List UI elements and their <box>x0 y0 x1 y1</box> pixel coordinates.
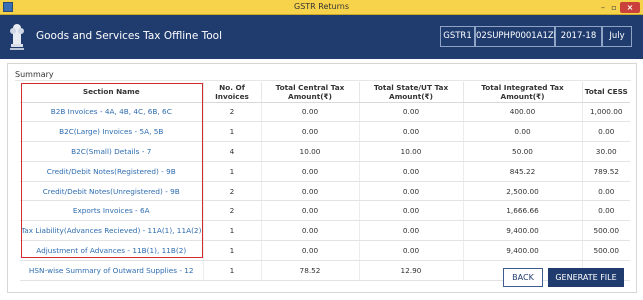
cess-amount: 500.00 <box>581 220 630 242</box>
table-row[interactable]: Credit/Debit Notes(Unregistered) - 9B 2 … <box>20 181 630 202</box>
state-ut-tax-amount: 0.00 <box>358 161 463 182</box>
return-type-badge: GSTR1 <box>440 26 475 47</box>
maximize-button[interactable]: ▫ <box>609 2 619 13</box>
minimize-button[interactable]: – <box>598 2 608 13</box>
central-tax-amount: 0.00 <box>260 220 359 242</box>
integrated-tax-amount: 50.00 <box>462 141 582 162</box>
state-ut-tax-amount: 0.00 <box>358 240 463 261</box>
table-row[interactable]: B2B Invoices - 4A, 4B, 4C, 6B, 6C 2 0.00… <box>20 102 630 123</box>
integrated-tax-amount: 9,400.00 <box>462 240 582 261</box>
integrated-tax-amount: 9,400.00 <box>462 220 582 242</box>
month-badge: July <box>602 26 632 47</box>
state-ut-tax-amount: 0.00 <box>358 102 463 123</box>
table-row[interactable]: Credit/Debit Notes(Registered) - 9B 1 0.… <box>20 161 630 182</box>
integrated-tax-amount: 0.00 <box>462 121 582 143</box>
table-header-row: Section Name No. Of Invoices Total Centr… <box>20 82 630 103</box>
window-title-bar: GSTR Returns – ▫ × <box>0 0 643 15</box>
invoice-count: 4 <box>202 141 261 162</box>
invoice-count: 1 <box>202 121 261 143</box>
cess-amount: 30.00 <box>581 141 630 162</box>
section-link[interactable]: Credit/Debit Notes(Registered) - 9B <box>20 161 203 182</box>
invoice-count: 1 <box>202 161 261 182</box>
central-tax-amount: 10.00 <box>260 141 359 162</box>
table-row[interactable]: Tax Liability(Advances Recieved) - 11A(1… <box>20 220 630 242</box>
table-row[interactable]: B2C(Small) Details - 7 4 10.00 10.00 50.… <box>20 141 630 162</box>
cess-amount: 0.00 <box>581 200 630 222</box>
state-ut-tax-amount: 0.00 <box>358 200 463 222</box>
generate-file-button[interactable]: GENERATE FILE <box>548 268 624 287</box>
state-ut-tax-amount: 0.00 <box>358 181 463 202</box>
integrated-tax-amount: 2,500.00 <box>462 181 582 202</box>
app-header: Goods and Services Tax Offline Tool GSTR… <box>0 15 643 59</box>
integrated-tax-amount: 1,666.66 <box>462 200 582 222</box>
section-link[interactable]: Tax Liability(Advances Recieved) - 11A(1… <box>20 220 203 242</box>
section-link[interactable]: B2C(Large) Invoices - 5A, 5B <box>20 121 203 143</box>
section-link[interactable]: Exports Invoices - 6A <box>20 200 203 222</box>
cess-amount: 0.00 <box>581 121 630 143</box>
cess-amount: 1,000.00 <box>581 102 630 123</box>
central-tax-amount: 0.00 <box>260 200 359 222</box>
integrated-tax-amount: 400.00 <box>462 102 582 123</box>
invoice-count: 2 <box>202 181 261 202</box>
column-header: Total Central Tax Amount(₹) <box>260 82 359 103</box>
table-row[interactable]: Adjustment of Advances - 11B(1), 11B(2) … <box>20 240 630 261</box>
cess-amount: 789.52 <box>581 161 630 182</box>
window-title: GSTR Returns <box>294 2 349 11</box>
central-tax-amount: 0.00 <box>260 102 359 123</box>
integrated-tax-amount: 845.22 <box>462 161 582 182</box>
national-emblem-icon <box>10 24 24 50</box>
close-button[interactable]: × <box>620 2 640 13</box>
column-header: No. Of Invoices <box>202 82 261 103</box>
table-row[interactable]: B2C(Large) Invoices - 5A, 5B 1 0.00 0.00… <box>20 121 630 143</box>
central-tax-amount: 0.00 <box>260 240 359 261</box>
column-header: Total CESS <box>581 82 630 103</box>
invoice-count: 1 <box>202 240 261 261</box>
invoice-count: 2 <box>202 200 261 222</box>
table-row[interactable]: Exports Invoices - 6A 2 0.00 0.00 1,666.… <box>20 200 630 222</box>
central-tax-amount: 0.00 <box>260 161 359 182</box>
section-link[interactable]: Adjustment of Advances - 11B(1), 11B(2) <box>20 240 203 261</box>
state-ut-tax-amount: 0.00 <box>358 220 463 242</box>
gstin-badge: 02SUPHP0001A1ZI <box>475 26 556 47</box>
section-link[interactable]: HSN-wise Summary of Outward Supplies - 1… <box>20 260 203 281</box>
section-link[interactable]: Credit/Debit Notes(Unregistered) - 9B <box>20 181 203 202</box>
central-tax-amount: 0.00 <box>260 121 359 143</box>
cess-amount: 500.00 <box>581 240 630 261</box>
cess-amount: 0.00 <box>581 181 630 202</box>
state-ut-tax-amount: 12.90 <box>358 260 463 281</box>
section-link[interactable]: B2B Invoices - 4A, 4B, 4C, 6B, 6C <box>20 102 203 123</box>
summary-title: Summary <box>15 70 54 79</box>
financial-year-badge: 2017-18 <box>555 26 602 47</box>
app-title: Goods and Services Tax Offline Tool <box>36 30 223 42</box>
divider <box>15 80 631 81</box>
invoice-count: 1 <box>202 220 261 242</box>
central-tax-amount: 78.52 <box>260 260 359 281</box>
column-header: Section Name <box>20 82 203 103</box>
state-ut-tax-amount: 10.00 <box>358 141 463 162</box>
invoice-count: 2 <box>202 102 261 123</box>
summary-table: Section Name No. Of Invoices Total Centr… <box>20 82 630 281</box>
state-ut-tax-amount: 0.00 <box>358 121 463 143</box>
column-header: Total Integrated Tax Amount(₹) <box>462 82 582 103</box>
section-link[interactable]: B2C(Small) Details - 7 <box>20 141 203 162</box>
column-header: Total State/UT Tax Amount(₹) <box>358 82 463 103</box>
central-tax-amount: 0.00 <box>260 181 359 202</box>
back-button[interactable]: BACK <box>503 268 543 287</box>
invoice-count: 1 <box>202 260 261 281</box>
